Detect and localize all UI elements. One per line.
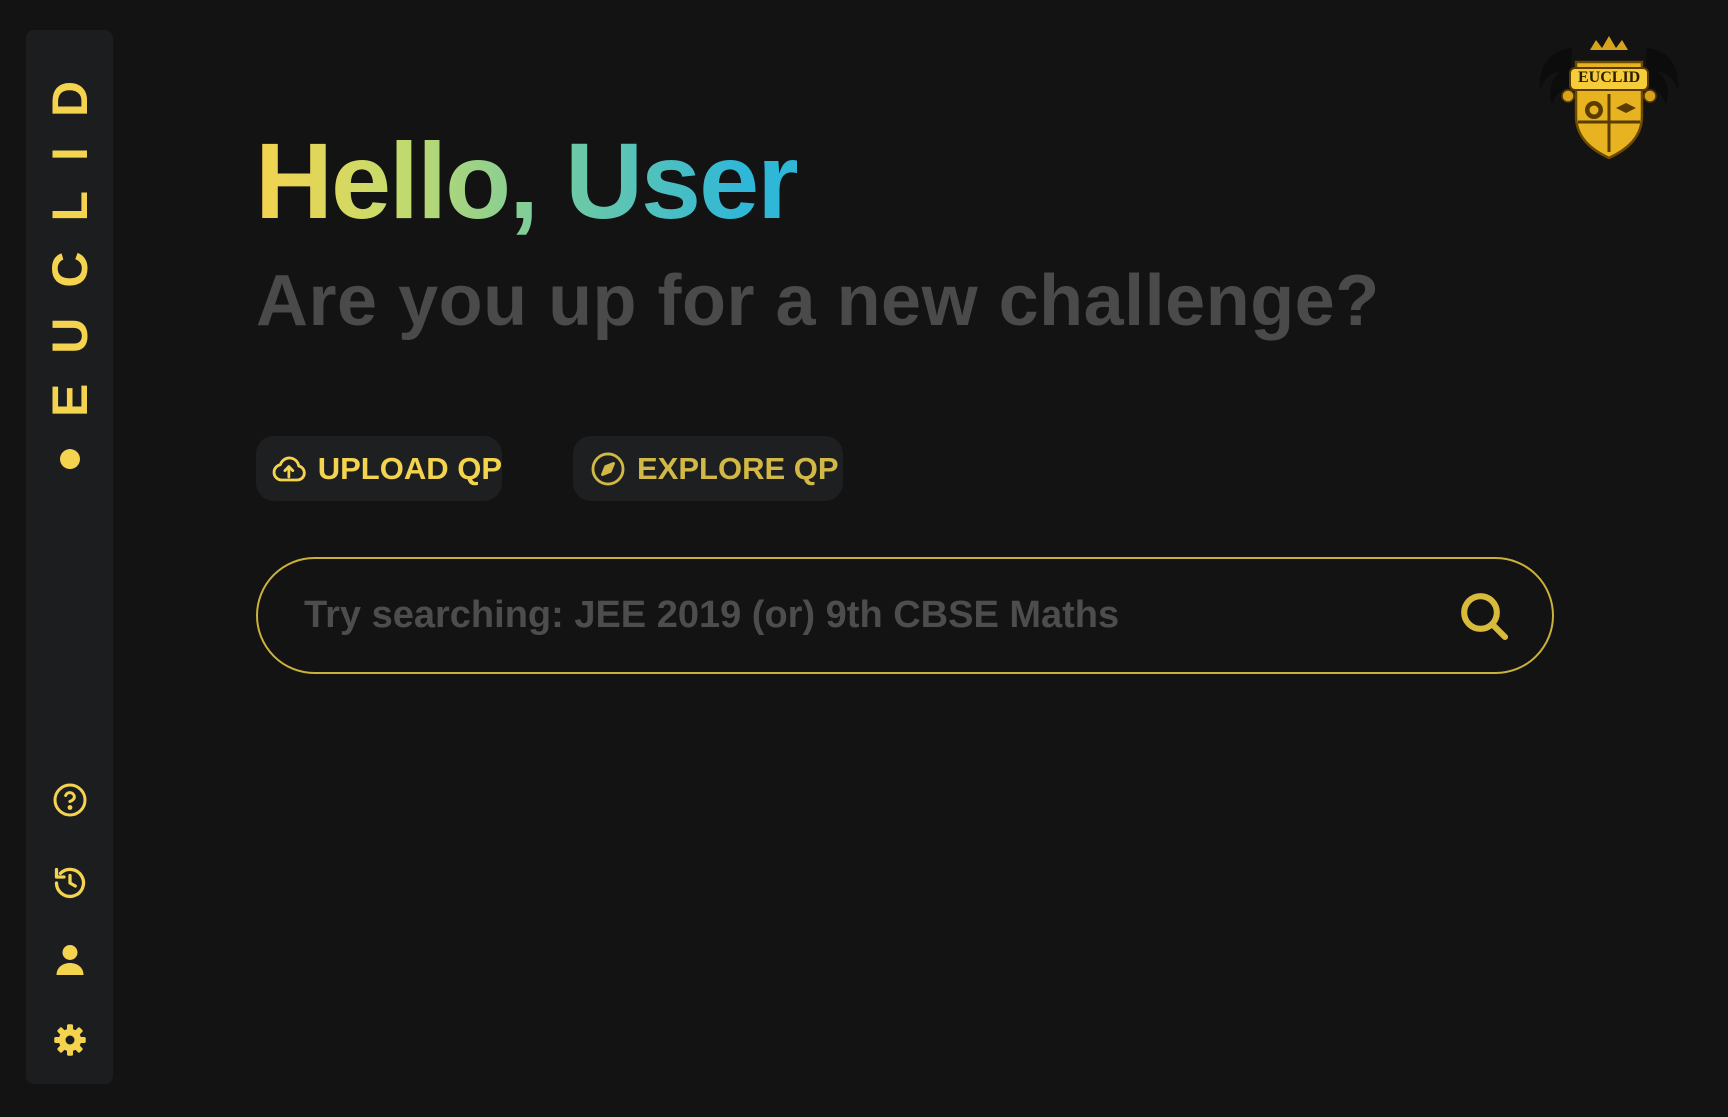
search-input[interactable] xyxy=(304,594,1456,637)
search-icon[interactable] xyxy=(1456,588,1512,644)
greeting-hello: Hello, xyxy=(255,120,538,241)
help-circle-icon xyxy=(53,783,87,817)
brand-dot xyxy=(59,449,80,470)
profile-button[interactable] xyxy=(52,942,88,978)
explore-qp-button[interactable]: EXPLORE QP xyxy=(573,436,843,501)
cloud-upload-icon xyxy=(272,456,306,481)
greeting-user-name: User xyxy=(565,120,798,241)
explore-qp-label: EXPLORE QP xyxy=(637,450,839,486)
greeting-heading: Hello, User xyxy=(255,122,797,241)
brand-text: EUCLID xyxy=(41,50,98,418)
upload-qp-label: UPLOAD QP xyxy=(317,450,502,486)
sidebar-brand: EUCLID xyxy=(41,50,99,470)
user-icon xyxy=(56,945,84,975)
settings-button[interactable] xyxy=(52,1022,88,1058)
sidebar: EUCLID xyxy=(26,30,113,1084)
history-icon xyxy=(54,867,86,899)
crest-text: EUCLID xyxy=(1578,69,1641,86)
euclid-crest-logo: EUCLID xyxy=(1534,28,1684,168)
gear-icon xyxy=(54,1024,86,1056)
crest-icon xyxy=(1539,36,1679,160)
upload-qp-button[interactable]: UPLOAD QP xyxy=(256,436,502,501)
history-button[interactable] xyxy=(52,865,88,901)
greeting-subtitle: Are you up for a new challenge? xyxy=(256,261,1380,341)
help-button[interactable] xyxy=(52,782,88,818)
compass-icon xyxy=(591,452,625,485)
search-bar xyxy=(256,557,1554,674)
